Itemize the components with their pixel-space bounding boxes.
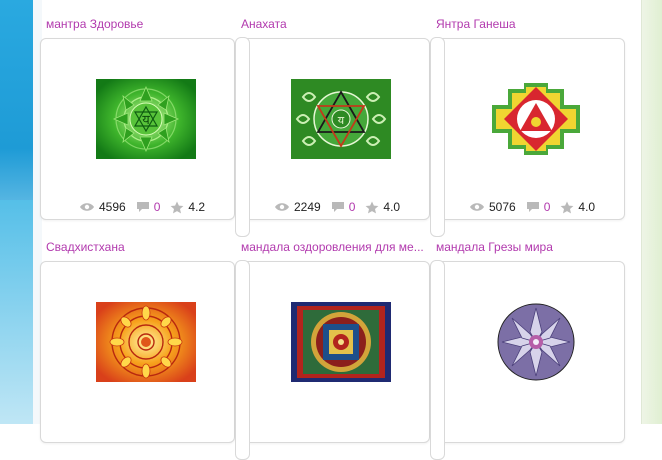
item-title-link[interactable]: Янтра Ганеша	[436, 17, 516, 31]
item-card	[430, 261, 625, 443]
ganesha-yantra-thumbnail[interactable]	[486, 79, 586, 159]
item-title-link[interactable]: мандала оздоровления для ме...	[241, 240, 424, 254]
comment-icon	[136, 202, 149, 212]
comments-stat: 0	[331, 200, 356, 214]
views-count: 5076	[489, 200, 516, 214]
item-stats: 4596 0 4.2	[79, 199, 215, 215]
eye-icon	[80, 203, 94, 211]
peace-dreams-mandala-thumbnail[interactable]	[486, 302, 586, 382]
comment-icon	[331, 202, 344, 212]
comments-stat: 0	[526, 200, 551, 214]
star-icon	[365, 201, 379, 213]
svg-text:य: य	[142, 113, 150, 128]
item-title-link[interactable]: Свадхистхана	[46, 240, 125, 254]
item-card: 5076 0 4.0	[430, 38, 625, 220]
item-stats: 2249 0 4.0	[274, 199, 410, 215]
comments-count[interactable]: 0	[154, 200, 161, 214]
views-count: 4596	[99, 200, 126, 214]
views-count: 2249	[294, 200, 321, 214]
comments-count[interactable]: 0	[544, 200, 551, 214]
mantra-health-thumbnail[interactable]: य	[96, 79, 196, 159]
rating-stat: 4.2	[170, 200, 205, 214]
card-edge	[430, 260, 445, 460]
star-icon	[560, 201, 574, 213]
star-icon	[170, 201, 184, 213]
item-title-link[interactable]: мантра Здоровье	[46, 17, 143, 31]
item-card	[40, 261, 235, 443]
healing-mandala-thumbnail[interactable]	[291, 302, 391, 382]
views-stat: 2249	[274, 200, 321, 214]
item-title-link[interactable]: мандала Грезы мира	[436, 240, 553, 254]
comments-stat: 0	[136, 200, 161, 214]
item-card: य 2249 0 4.0	[235, 38, 430, 220]
anahata-thumbnail[interactable]: य	[291, 79, 391, 159]
views-stat: 4596	[79, 200, 126, 214]
item-stats: 5076 0 4.0	[469, 199, 605, 215]
comment-icon	[526, 202, 539, 212]
eye-icon	[275, 203, 289, 211]
svg-text:य: य	[338, 114, 345, 127]
rating-value: 4.0	[578, 200, 596, 214]
svadhisthana-thumbnail[interactable]	[96, 302, 196, 382]
card-edge	[235, 37, 250, 237]
eye-icon	[470, 203, 484, 211]
item-card	[235, 261, 430, 443]
views-stat: 5076	[469, 200, 516, 214]
card-edge	[430, 37, 445, 237]
item-card: य 4596 0 4.2	[40, 38, 235, 220]
rating-stat: 4.0	[560, 200, 595, 214]
rating-value: 4.2	[188, 200, 206, 214]
right-sidebar-edge	[641, 0, 662, 424]
item-title-link[interactable]: Анахата	[241, 17, 287, 31]
comments-count[interactable]: 0	[349, 200, 356, 214]
left-sidebar-lower	[0, 200, 33, 424]
card-edge	[235, 260, 250, 460]
rating-value: 4.0	[383, 200, 401, 214]
rating-stat: 4.0	[365, 200, 400, 214]
